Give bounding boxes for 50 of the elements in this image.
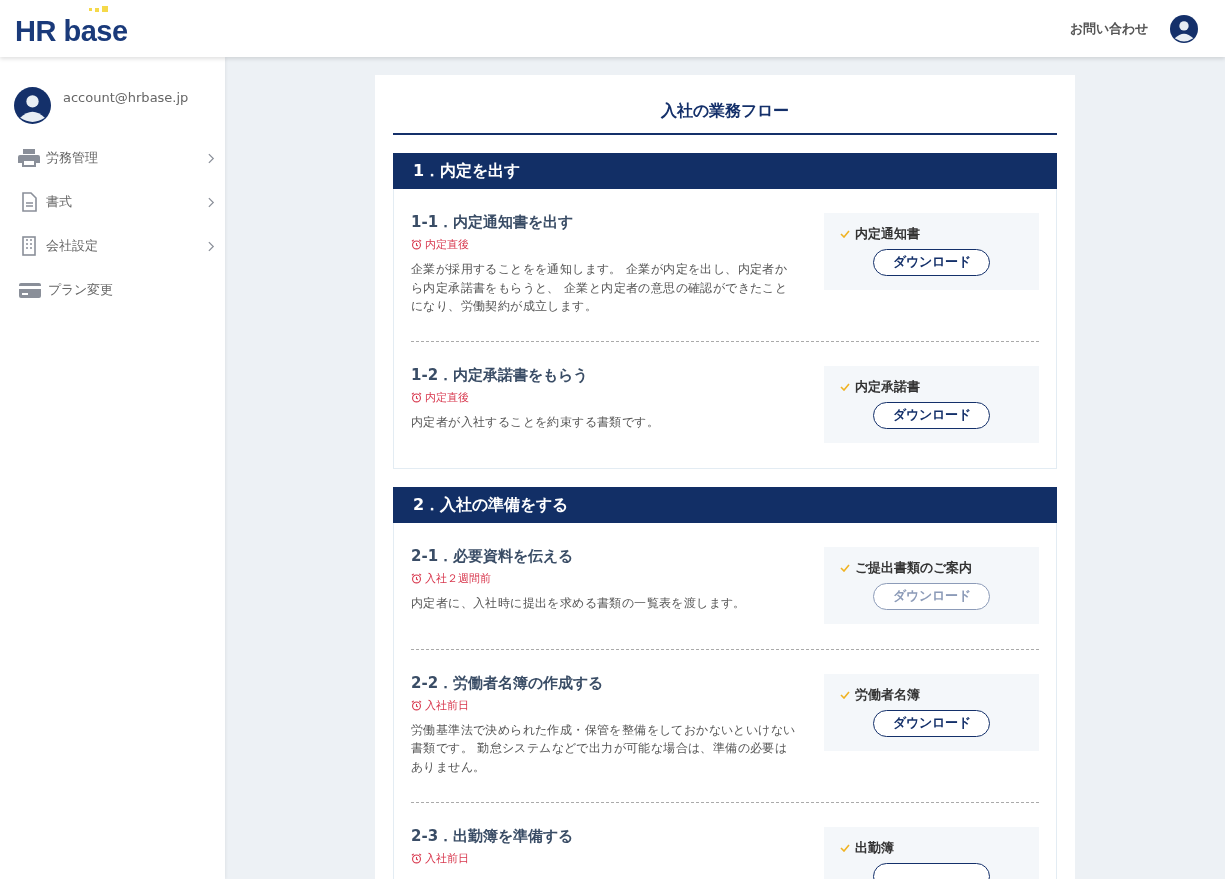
- document-name: ご提出書類のご案内: [855, 558, 972, 577]
- account-email: account@hrbase.jp: [63, 90, 189, 105]
- chevron-right-icon: [208, 240, 215, 252]
- chevron-right-icon: [208, 196, 215, 208]
- section-header: 1．内定を出す: [393, 153, 1057, 189]
- step-title: 2-1．必要資料を伝える: [411, 546, 575, 566]
- alarm-clock-icon: [411, 572, 422, 584]
- document-name: 労働者名簿: [855, 685, 920, 704]
- timing-label: 内定直後: [425, 389, 469, 405]
- section-header: 2．入社の準備をする: [393, 486, 1057, 523]
- step-title: 1-2．内定承諾書をもらう: [411, 365, 590, 385]
- download-button[interactable]: ダウンロード: [873, 401, 990, 429]
- step-title: 2-3．出勤簿を準備する: [411, 826, 575, 846]
- step-title: 1-1．内定通知書を出す: [411, 213, 575, 232]
- sidebar-item[interactable]: 労務管理: [14, 136, 225, 180]
- sidebar-item[interactable]: プラン変更: [14, 268, 225, 312]
- dots-icon: [89, 6, 109, 13]
- timing-label: 内定直後: [425, 237, 469, 252]
- printer-icon: [18, 148, 40, 168]
- step-description: 内定者に、入社時に提出を求める書類の一覧表を渡します。: [411, 594, 747, 612]
- page-title: 入社の業務フロー: [393, 101, 1057, 135]
- check-icon: [840, 382, 850, 391]
- alarm-clock-icon: [411, 391, 422, 403]
- alarm-clock-icon: [411, 699, 422, 711]
- check-icon: [840, 230, 850, 238]
- step-title: 2-2．労働者名簿の作成する: [411, 673, 605, 693]
- document-name: 内定承諾書: [855, 377, 920, 396]
- download-button[interactable]: ダウンロード: [873, 709, 990, 737]
- sidebar-item[interactable]: 会社設定: [14, 224, 225, 268]
- step-description: 内定者が入社することを約束する書類です。: [411, 413, 660, 431]
- avatar-icon[interactable]: [1170, 14, 1198, 43]
- document-name: 内定通知書: [855, 225, 920, 243]
- avatar-icon: [14, 87, 51, 124]
- alarm-clock-icon: [411, 239, 422, 250]
- timing-label: 入社前日: [425, 850, 469, 866]
- download-button[interactable]: ダウンロード: [873, 249, 990, 276]
- alarm-clock-icon: [411, 852, 422, 864]
- sidebar-item[interactable]: 書式: [14, 180, 225, 224]
- step-description: 企業が採用することをを通知します。 企業が内定を出し、内定者から内定承諾書をもらうと、 企業と内定者の意思の確認ができたことになり、労働契約が成立します。: [411, 261, 789, 316]
- check-icon: [840, 563, 850, 572]
- chevron-right-icon: [208, 152, 215, 164]
- step-description: 労働基準法で決められた作成・保管を整備をしておかないといけない書類です。 勤怠システムなどで出力が可能な場合は、準備の必要はありません。: [411, 721, 796, 776]
- check-icon: [840, 690, 850, 699]
- logo[interactable]: HR base: [15, 17, 128, 46]
- timing-label: 入社前日: [425, 697, 469, 713]
- timing-label: 入社２週間前: [425, 570, 491, 586]
- credit-card-icon: [18, 280, 42, 300]
- check-icon: [840, 843, 850, 852]
- document-name: 出勤簿: [855, 838, 894, 857]
- contact-link[interactable]: お問い合わせ: [1070, 19, 1148, 38]
